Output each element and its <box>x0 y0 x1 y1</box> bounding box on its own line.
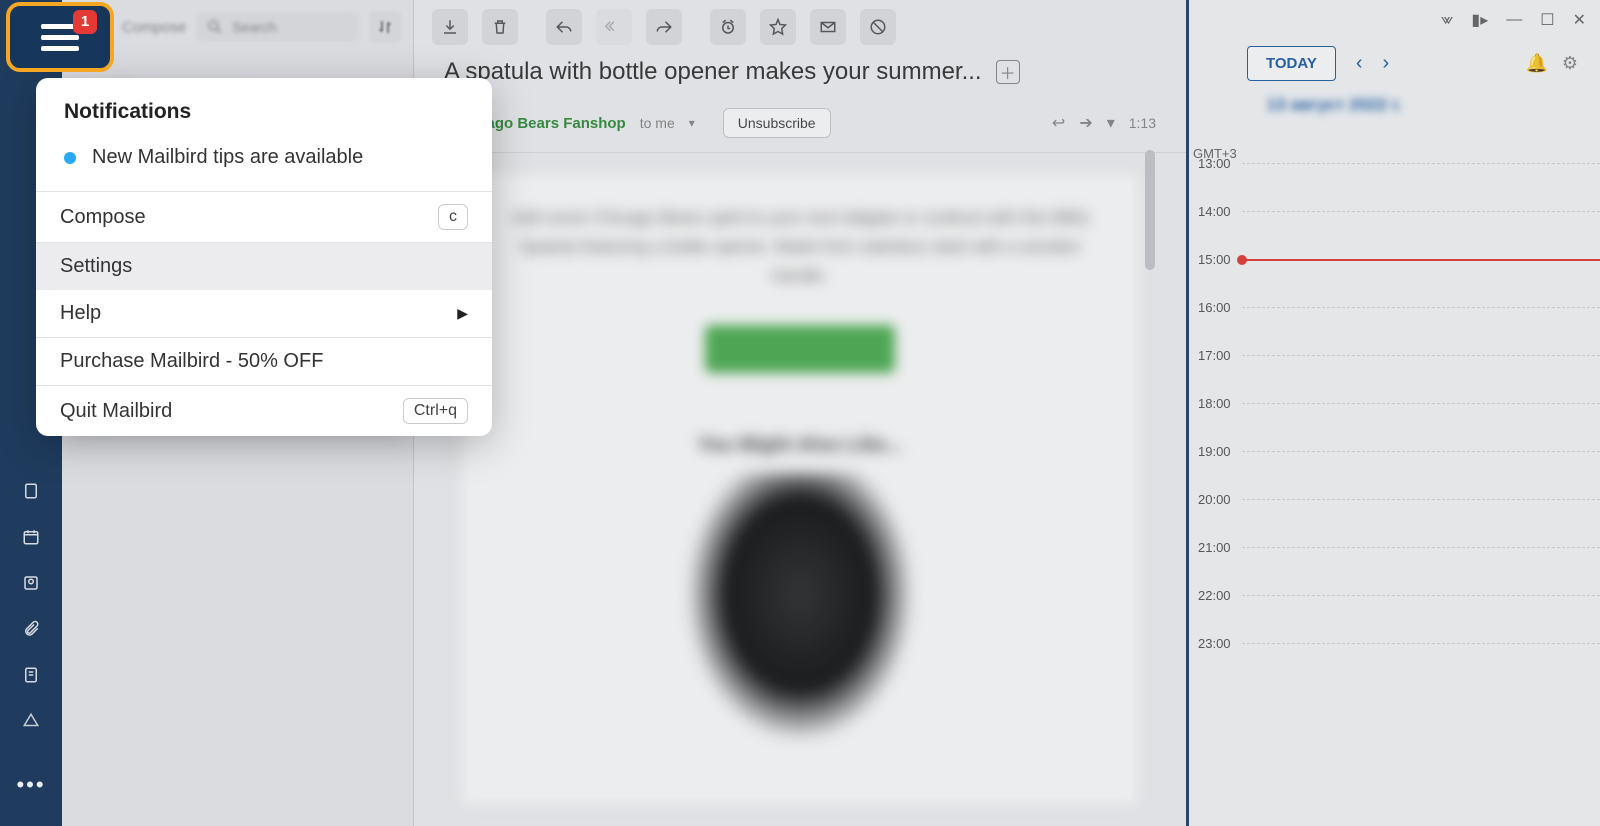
hour-label: 21:00 <box>1198 540 1231 555</box>
menu-compose[interactable]: Compose c <box>36 192 492 242</box>
calendar-hour-row[interactable]: 13:00 <box>1242 163 1600 211</box>
recipient-label: to me <box>640 115 675 131</box>
calendar-settings-icon[interactable]: ⚙ <box>1562 53 1578 74</box>
menu-compose-label: Compose <box>60 206 146 229</box>
menu-purchase[interactable]: Purchase Mailbird - 50% OFF <box>36 338 492 385</box>
message-time: 1:13 <box>1129 115 1156 131</box>
quit-shortcut: Ctrl+q <box>403 398 468 424</box>
hamburger-button[interactable]: 1 <box>6 2 114 72</box>
message-meta: icago Bears Fanshop to me ▾ Unsubscribe … <box>414 102 1186 153</box>
snooze-button[interactable] <box>710 9 746 45</box>
unsubscribe-button[interactable]: Unsubscribe <box>723 108 831 138</box>
menu-help[interactable]: Help ▶ <box>36 290 492 337</box>
menu-title: Notifications <box>36 78 492 140</box>
reply-inline-icon[interactable]: ↩ <box>1052 113 1065 133</box>
hour-label: 17:00 <box>1198 348 1231 363</box>
next-day-button[interactable]: › <box>1383 52 1390 75</box>
calendar-hour-row[interactable]: 22:00 <box>1242 595 1600 643</box>
calendar-hour-row[interactable]: 14:00 <box>1242 211 1600 259</box>
hour-label: 22:00 <box>1198 588 1231 603</box>
hour-label: 16:00 <box>1198 300 1231 315</box>
task-icon[interactable]: ⩖ <box>1441 11 1454 29</box>
message-body: Add some Chicago Bears spirit to your ne… <box>460 173 1140 806</box>
body-section-title: You Might Also Like... <box>501 434 1099 457</box>
menu-settings[interactable]: Settings <box>36 243 492 290</box>
star-button[interactable] <box>760 9 796 45</box>
product-image <box>685 473 915 743</box>
sender-name[interactable]: icago Bears Fanshop <box>474 115 626 132</box>
more-inline-icon[interactable]: ▾ <box>1107 113 1115 133</box>
delete-button[interactable] <box>482 9 518 45</box>
main-menu-popup: Notifications New Mailbird tips are avai… <box>36 78 492 436</box>
hour-label: 13:00 <box>1198 156 1231 171</box>
email-subject: A spatula with bottle opener makes your … <box>444 58 982 86</box>
notes-app-icon[interactable] <box>20 664 42 686</box>
drive-app-icon[interactable] <box>20 710 42 732</box>
calendar-app-icon[interactable] <box>20 526 42 548</box>
people-app-icon[interactable] <box>20 572 42 594</box>
more-apps-icon[interactable]: ••• <box>0 772 62 798</box>
details-chevron-icon[interactable]: ▾ <box>689 116 695 130</box>
hour-label: 20:00 <box>1198 492 1231 507</box>
hour-label: 14:00 <box>1198 204 1231 219</box>
attachments-app-icon[interactable] <box>20 618 42 640</box>
calendar-pane: ⩖ ▮▸ ― ☐ ✕ TODAY ‹ › 🔔 ⚙ 13 август 2022 … <box>1186 0 1600 826</box>
maximize-button[interactable]: ☐ <box>1540 10 1554 30</box>
calendar-hour-row[interactable]: 15:00 <box>1242 259 1600 307</box>
forward-inline-icon[interactable]: ➔ <box>1079 113 1092 133</box>
message-toolbar <box>414 0 1186 54</box>
cta-button[interactable] <box>705 325 895 373</box>
window-controls: ⩖ ▮▸ ― ☐ ✕ <box>1427 0 1600 40</box>
current-time-line <box>1242 259 1600 261</box>
hour-label: 15:00 <box>1198 252 1231 267</box>
notifications-icon[interactable]: 🔔 <box>1525 53 1547 74</box>
close-button[interactable]: ✕ <box>1573 10 1586 30</box>
calendar-hour-row[interactable]: 21:00 <box>1242 547 1600 595</box>
menu-settings-label: Settings <box>60 255 132 278</box>
calendar-hour-row[interactable]: 23:00 <box>1242 643 1600 691</box>
notification-text: New Mailbird tips are available <box>92 146 363 169</box>
menu-help-label: Help <box>60 302 101 325</box>
reading-pane: A spatula with bottle opener makes your … <box>414 0 1186 826</box>
hamburger-badge: 1 <box>73 10 97 34</box>
download-button[interactable] <box>432 9 468 45</box>
hour-label: 18:00 <box>1198 396 1231 411</box>
hour-label: 23:00 <box>1198 636 1231 651</box>
reply-all-button[interactable] <box>596 9 632 45</box>
notification-dot-icon <box>64 152 76 164</box>
today-button[interactable]: TODAY <box>1247 46 1336 81</box>
calendar-date: 13 август 2022 г. <box>1189 91 1600 129</box>
calendar-hour-row[interactable]: 20:00 <box>1242 499 1600 547</box>
archive-icon[interactable]: ＋ <box>996 60 1020 84</box>
forward-button[interactable] <box>646 9 682 45</box>
search-input[interactable]: Search <box>196 12 359 42</box>
minimize-button[interactable]: ― <box>1506 11 1522 29</box>
block-button[interactable] <box>860 9 896 45</box>
message-scrollbar[interactable] <box>1145 150 1155 270</box>
menu-quit-label: Quit Mailbird <box>60 400 172 423</box>
menu-quit[interactable]: Quit Mailbird Ctrl+q <box>36 386 492 436</box>
calendar-hour-row[interactable]: 19:00 <box>1242 451 1600 499</box>
compose-button[interactable]: Compose <box>122 19 186 36</box>
mark-read-button[interactable] <box>810 9 846 45</box>
search-placeholder: Search <box>232 19 276 35</box>
compose-shortcut: c <box>438 204 468 230</box>
sidebar-apps <box>20 480 42 732</box>
calendar-grid[interactable]: 13:0014:0015:0016:0017:0018:0019:0020:00… <box>1241 129 1600 826</box>
calendar-hour-row[interactable]: 17:00 <box>1242 355 1600 403</box>
reply-button[interactable] <box>546 9 582 45</box>
contacts-app-icon[interactable] <box>20 480 42 502</box>
hour-label: 19:00 <box>1198 444 1231 459</box>
notification-item[interactable]: New Mailbird tips are available <box>36 140 492 191</box>
menu-purchase-label: Purchase Mailbird - 50% OFF <box>60 350 323 373</box>
prev-day-button[interactable]: ‹ <box>1356 52 1363 75</box>
body-text: Add some Chicago Bears spirit to your ne… <box>501 204 1099 291</box>
submenu-arrow-icon: ▶ <box>457 305 468 322</box>
calendar-hour-row[interactable]: 16:00 <box>1242 307 1600 355</box>
sort-button[interactable] <box>369 11 401 43</box>
panel-icon[interactable]: ▮▸ <box>1471 10 1488 30</box>
calendar-hour-row[interactable]: 18:00 <box>1242 403 1600 451</box>
